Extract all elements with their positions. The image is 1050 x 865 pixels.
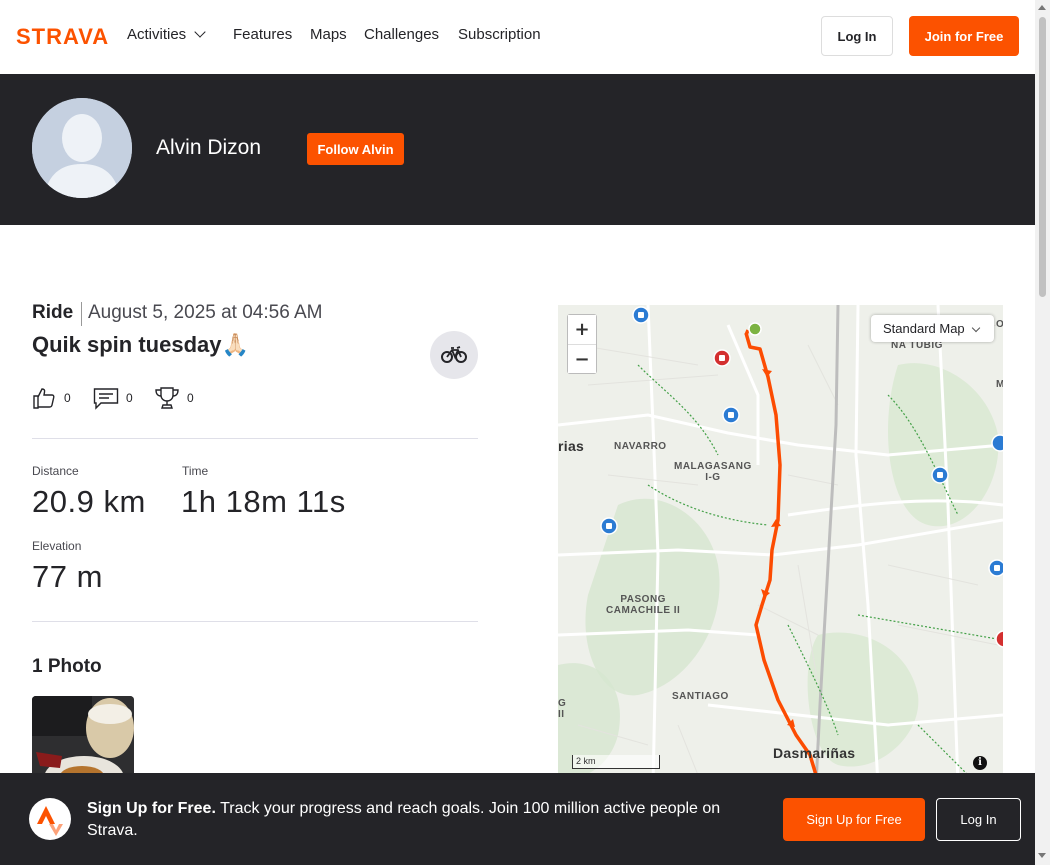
info-icon[interactable]: i: [973, 756, 987, 770]
kudos-counter[interactable]: 0: [32, 385, 71, 411]
zoom-in-button[interactable]: +: [568, 315, 596, 344]
ride-sport-badge: [430, 331, 478, 379]
map-label-dasmarinas: Dasmariñas: [773, 745, 856, 761]
chevron-down-icon: [971, 323, 980, 333]
strava-chevron-icon: [37, 806, 63, 836]
strava-logo[interactable]: STRAVA: [16, 26, 112, 46]
scroll-up-icon[interactable]: [1038, 5, 1046, 10]
nav-features[interactable]: Features: [233, 26, 292, 43]
banner-headline: Sign Up for Free.: [87, 800, 216, 817]
trophy-icon: [155, 387, 179, 409]
bike-icon: [441, 346, 467, 363]
activity-date: August 5, 2025 at 04:56 AM: [88, 302, 323, 323]
map-label-navarro: NAVARRO: [614, 441, 667, 452]
nav-subscription[interactable]: Subscription: [458, 26, 541, 43]
activity-title: Quik spin tuesday🙏🏻: [32, 332, 249, 357]
zoom-controls: + −: [567, 314, 597, 374]
map-label-malagasang: MALAGASANG I-G: [674, 461, 752, 483]
avatar[interactable]: [32, 98, 132, 198]
chevron-down-icon: [194, 26, 206, 38]
scroll-down-icon[interactable]: [1038, 853, 1046, 858]
time-label: Time: [182, 464, 209, 478]
follow-button[interactable]: Follow Alvin: [307, 133, 404, 165]
map-label-santiago: SANTIAGO: [672, 691, 729, 702]
athlete-header: Alvin Dizon Follow Alvin: [0, 74, 1035, 225]
scroll-thumb[interactable]: [1039, 17, 1046, 297]
nav-maps[interactable]: Maps: [310, 26, 347, 43]
map-label-m: M: [996, 379, 1003, 390]
photos-title: 1 Photo: [32, 656, 102, 677]
comment-icon: [93, 388, 119, 410]
map-scale: 2 km: [572, 755, 660, 769]
start-marker: [748, 322, 762, 336]
activity-type: Ride: [32, 302, 83, 326]
thumbs-up-icon: [33, 388, 55, 409]
banner-text: Sign Up for Free. Track your progress an…: [87, 798, 757, 842]
achievements-counter[interactable]: 0: [154, 385, 194, 411]
nav-challenges[interactable]: Challenges: [364, 26, 439, 43]
logo-text: STRAVA: [16, 26, 109, 46]
elevation-label: Elevation: [32, 539, 82, 553]
distance-label: Distance: [32, 464, 79, 478]
join-button[interactable]: Join for Free: [909, 16, 1019, 56]
route-map[interactable]: NA TUBIG NAVARRO MALAGASANG I-G rias PAS…: [558, 305, 1003, 785]
map-canvas[interactable]: [558, 305, 1003, 785]
athlete-name[interactable]: Alvin Dizon: [156, 136, 261, 160]
signup-banner: Sign Up for Free. Track your progress an…: [0, 773, 1035, 865]
divider: [32, 438, 478, 439]
top-nav: STRAVA Activities Features Maps Challeng…: [0, 0, 1035, 74]
achievements-count: 0: [187, 391, 194, 405]
divider: [32, 621, 478, 622]
default-avatar-icon: [32, 98, 132, 198]
login-button[interactable]: Log In: [821, 16, 893, 56]
strava-app-icon: [29, 798, 71, 840]
map-style-value: Standard Map: [883, 321, 965, 336]
comments-count: 0: [126, 391, 133, 405]
page: STRAVA Activities Features Maps Challeng…: [0, 0, 1035, 865]
elevation-value: 77 m: [32, 559, 103, 594]
banner-login-button[interactable]: Log In: [936, 798, 1021, 841]
distance-value: 20.9 km: [32, 484, 146, 519]
map-label-g-ii: G II: [558, 698, 567, 720]
comments-counter[interactable]: 0: [93, 385, 133, 411]
nav-activities-label: Activities: [127, 26, 187, 43]
map-label-pasong-camachile: PASONG CAMACHILE II: [606, 594, 681, 616]
time-value: 1h 18m 11s: [181, 484, 346, 519]
zoom-out-button[interactable]: −: [568, 344, 596, 373]
kudos-count: 0: [64, 391, 71, 405]
map-label-rias: rias: [558, 438, 585, 454]
scrollbar[interactable]: [1035, 0, 1050, 865]
nav-activities[interactable]: Activities: [127, 26, 206, 43]
map-label-o: O: [996, 319, 1003, 330]
signup-button[interactable]: Sign Up for Free: [783, 798, 925, 841]
map-style-select[interactable]: Standard Map: [871, 315, 994, 342]
